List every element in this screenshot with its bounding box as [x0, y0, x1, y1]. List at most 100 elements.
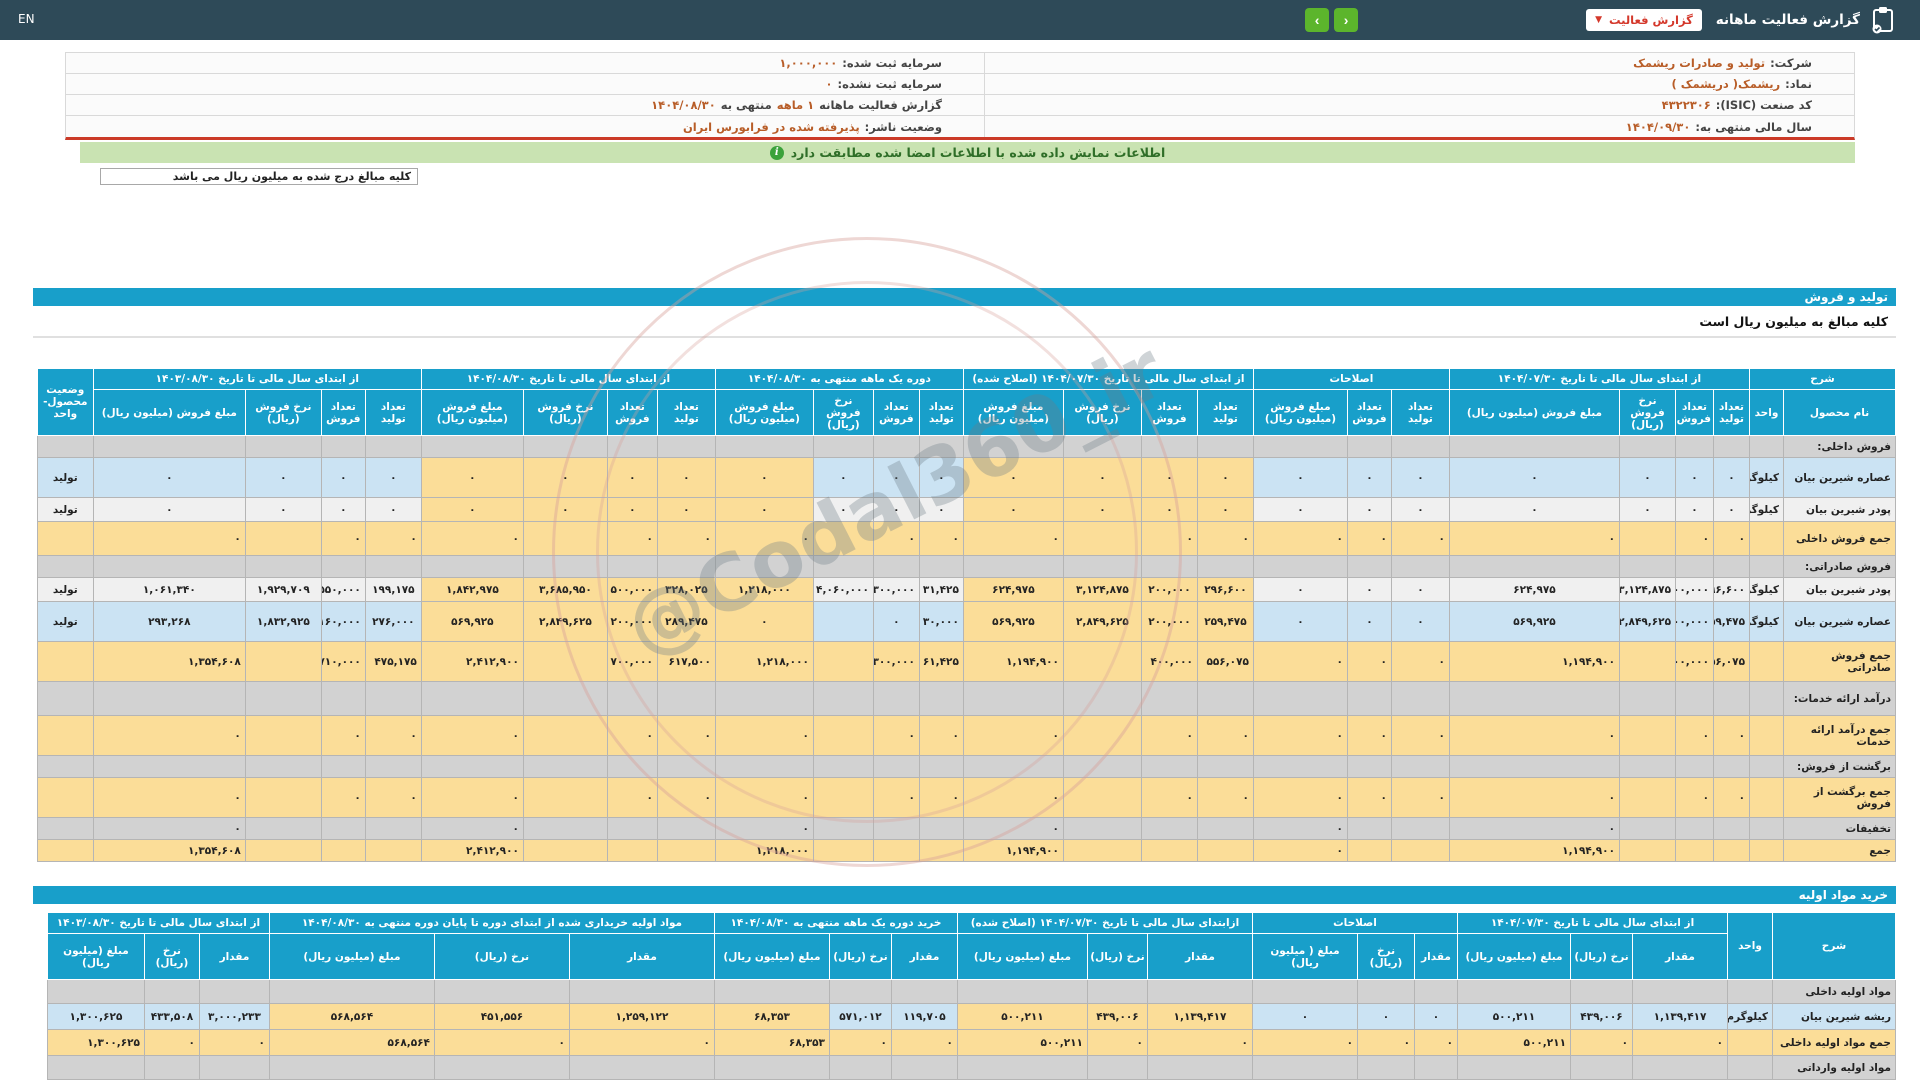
- value-cell: ۰: [872, 497, 920, 522]
- clipboard-report-icon: [1870, 6, 1896, 34]
- header-cell: مبلغ فروش (میلیون ریال): [962, 389, 1064, 436]
- value-cell: [320, 817, 366, 840]
- value-cell: ۲,۸۴۹,۶۲۵: [522, 601, 608, 642]
- value-cell: ۰: [1346, 601, 1392, 642]
- value-cell: [656, 817, 716, 840]
- value-cell: ۰: [1713, 457, 1750, 498]
- value-cell: [244, 641, 322, 682]
- value-cell: [1357, 979, 1415, 1004]
- value-cell: [1146, 1055, 1253, 1080]
- value-cell: [1390, 435, 1450, 458]
- language-toggle-en[interactable]: EN: [18, 12, 35, 26]
- value-cell: ۰: [1448, 497, 1621, 522]
- status-cell: تولید: [36, 577, 94, 602]
- value-cell: [1448, 555, 1621, 578]
- value-cell: [1414, 1055, 1458, 1080]
- value-cell: [962, 681, 1064, 716]
- value-cell: ۰: [1675, 521, 1714, 556]
- value-cell: ۱,۱۹۴,۹۰۰: [962, 641, 1064, 682]
- value-cell: [1448, 681, 1621, 716]
- value-cell: ۰: [320, 457, 366, 498]
- value-cell: ۱,۱۹۴,۹۰۰: [962, 839, 1064, 862]
- header-cell: شرح: [1772, 912, 1896, 980]
- value-cell: [522, 435, 608, 458]
- value-cell: ۵۰۰,۲۱۱: [956, 1003, 1088, 1030]
- info-row: سرمایه ثبت نشده: ۰: [66, 74, 984, 95]
- value-cell: [656, 839, 716, 862]
- value-cell: [1346, 681, 1392, 716]
- value-cell: [872, 555, 920, 578]
- row-label-cell: جمع فروش داخلی: [1783, 521, 1896, 556]
- value-cell: ۰: [420, 777, 524, 818]
- value-cell: ۱,۸۳۲,۹۲۵: [244, 601, 322, 642]
- table-row: جمع فروش صادراتی۵۵۶,۰۷۵۴۰۰,۰۰۰۱,۱۹۴,۹۰۰۰…: [36, 641, 1896, 682]
- report-body: تولید و فروش کلیه مبالغ به میلیون ریال ا…: [33, 288, 1896, 1080]
- value-cell: ۵۰۰,۲۱۱: [956, 1029, 1088, 1056]
- info-row: سال مالی منتهی به: ۱۴۰۴/۰۹/۳۰: [985, 116, 1854, 137]
- value-cell: ۰: [244, 457, 322, 498]
- header-cell: نرخ فروش (ریال): [1062, 389, 1142, 436]
- value-cell: ۰: [364, 457, 422, 498]
- header-cell: مبلغ (میلیون ریال): [46, 933, 145, 980]
- value-cell: [1062, 521, 1142, 556]
- value-cell: ۰: [714, 715, 814, 756]
- value-cell: [1619, 777, 1676, 818]
- value-cell: [918, 681, 964, 716]
- value-cell: [198, 1055, 270, 1080]
- value-cell: [656, 555, 716, 578]
- value-cell: ۰: [92, 817, 246, 840]
- value-cell: [1675, 681, 1714, 716]
- value-cell: ۰: [962, 777, 1064, 818]
- value-cell: ۰: [420, 715, 524, 756]
- table-row: جمع فروش داخلی ۰ ۰ ۰ ۰ ۰ ۰ ۰ ۰ ۰ ۰ ۰ ۰ ۰ ۰ ۰ ۰ ۰ ۰: [36, 521, 1896, 556]
- unit-cell: کیلوگرم: [1749, 457, 1784, 498]
- value-cell: [872, 755, 920, 778]
- value-cell: ۶۱,۴۲۵: [918, 641, 964, 682]
- value-cell: ۰: [1086, 1029, 1148, 1056]
- value-cell: ۱,۲۱۸,۰۰۰: [714, 839, 814, 862]
- status-cell: [36, 681, 94, 716]
- header-cell: تعداد تولید: [364, 389, 422, 436]
- value-cell: ۰: [606, 497, 658, 522]
- value-cell: ۰: [962, 715, 1064, 756]
- info-row: گزارش فعالیت ماهانه ۱ ماهه منتهی به ۱۴۰۴/۰۸…: [66, 95, 984, 116]
- value-cell: [962, 435, 1064, 458]
- report-type-dropdown[interactable]: گزارش فعالیت ▼: [1586, 9, 1702, 31]
- value-cell: ۰: [1252, 839, 1348, 862]
- status-cell: تولید: [36, 457, 94, 498]
- value-cell: ۰: [1346, 457, 1392, 498]
- header-cell: تعداد فروش: [1140, 389, 1198, 436]
- value-cell: [656, 435, 716, 458]
- row-label-cell: پودر شیرین بیان: [1783, 577, 1896, 602]
- value-cell: [1619, 715, 1676, 756]
- value-cell: ۰: [198, 1029, 270, 1056]
- status-cell: [36, 839, 94, 862]
- value-cell: [522, 641, 608, 682]
- row-label-cell: عصاره شیرین بیان: [1783, 457, 1896, 498]
- value-cell: ۰: [420, 457, 524, 498]
- value-cell: ۵۵۰,۰۰۰: [320, 577, 366, 602]
- header-cell: دوره یک ماهه منتهی به ۱۴۰۴/۰۸/۳۰: [714, 368, 964, 390]
- value-cell: [828, 979, 892, 1004]
- table-row: جمع درآمد ارائه خدمات ۰ ۰ ۰ ۰ ۰ ۰ ۰ ۰ ۰ ۰ ۰ ۰ ۰ ۰ ۰ ۰ ۰ ۰: [36, 715, 1896, 756]
- prev-report-button[interactable]: ‹: [1334, 8, 1359, 32]
- value-cell: [1390, 817, 1450, 840]
- value-cell: [1346, 817, 1392, 840]
- value-cell: ۵۰۰,۲۱۱: [1457, 1029, 1571, 1056]
- value-cell: ۰: [364, 777, 422, 818]
- header-cell: نرخ (ریال): [433, 933, 570, 980]
- value-cell: [1196, 435, 1254, 458]
- value-cell: [1570, 979, 1633, 1004]
- value-cell: [1062, 641, 1142, 682]
- header-cell: مقدار: [1414, 933, 1458, 980]
- table-row: پودر شیرین بیانکیلوگرم۰۰۰۰۰۰۰۰۰۰۰۰۰۰۰۰۰۰…: [36, 497, 1896, 522]
- value-cell: ۱,۳۰۰,۶۲۵: [46, 1003, 145, 1030]
- value-cell: ۲۹۶,۶۰۰: [1713, 577, 1750, 602]
- value-cell: [364, 755, 422, 778]
- value-cell: ۰: [1140, 457, 1198, 498]
- value-cell: [244, 817, 322, 840]
- value-cell: ۰: [1357, 1029, 1415, 1056]
- value-cell: [1457, 979, 1571, 1004]
- unit-cell: [1749, 555, 1784, 578]
- next-report-button[interactable]: ›: [1305, 8, 1330, 32]
